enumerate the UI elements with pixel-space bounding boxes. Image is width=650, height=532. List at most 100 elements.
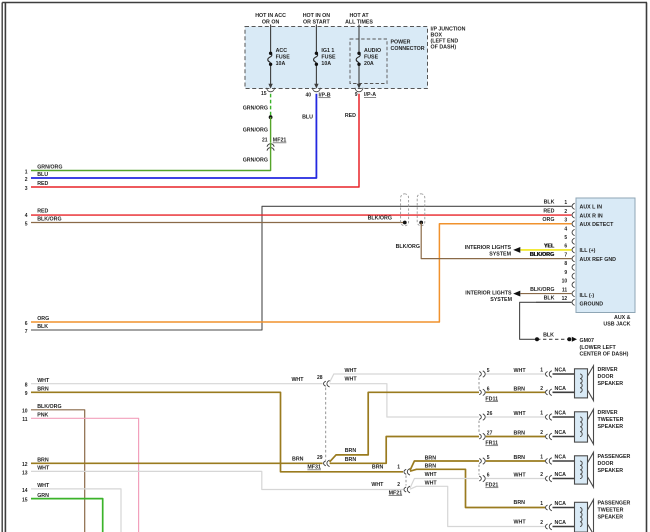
svg-text:RED: RED [37, 208, 48, 214]
svg-text:7: 7 [25, 329, 28, 335]
svg-text:NCA: NCA [555, 430, 567, 436]
svg-text:15: 15 [22, 498, 28, 504]
svg-text:2: 2 [564, 209, 567, 215]
svg-text:ORG: ORG [542, 217, 554, 223]
svg-text:WHT: WHT [514, 368, 527, 374]
svg-text:GRN/ORG: GRN/ORG [243, 127, 268, 133]
svg-text:I/P-A: I/P-A [364, 92, 376, 98]
svg-text:WHT: WHT [371, 482, 384, 488]
svg-text:WHT: WHT [37, 483, 50, 489]
svg-text:BRN: BRN [345, 448, 357, 454]
svg-text:WHT: WHT [514, 519, 527, 525]
svg-text:WHT: WHT [37, 466, 50, 472]
svg-text:BLU: BLU [302, 114, 313, 120]
svg-text:PASSENGER: PASSENGER [598, 454, 631, 460]
svg-text:NCA: NCA [555, 472, 567, 478]
svg-text:AUDIO: AUDIO [364, 48, 381, 54]
svg-text:USB JACK: USB JACK [603, 321, 630, 327]
svg-text:9: 9 [25, 391, 28, 397]
svg-text:MF21: MF21 [273, 138, 287, 144]
svg-text:5: 5 [564, 235, 567, 241]
svg-text:BLK/ORG: BLK/ORG [37, 217, 61, 223]
svg-text:13: 13 [22, 470, 28, 476]
svg-text:NCA: NCA [555, 455, 567, 461]
svg-text:1: 1 [397, 464, 400, 470]
svg-text:SYSTEM: SYSTEM [489, 252, 511, 258]
svg-text:SPEAKER: SPEAKER [598, 514, 624, 520]
svg-text:BLK: BLK [544, 200, 555, 206]
svg-text:40: 40 [305, 93, 311, 99]
svg-text:GROUND: GROUND [580, 301, 604, 307]
svg-text:TWEETER: TWEETER [598, 417, 624, 423]
svg-text:SPEAKER: SPEAKER [598, 381, 624, 387]
svg-text:BLK: BLK [543, 333, 554, 339]
svg-text:10A: 10A [321, 61, 331, 67]
svg-text:MF21: MF21 [389, 490, 403, 496]
svg-text:BRN: BRN [514, 431, 526, 437]
svg-text:BRN: BRN [514, 386, 526, 392]
svg-text:HOT IN ON: HOT IN ON [303, 13, 331, 19]
svg-text:ALL TIMES: ALL TIMES [345, 19, 373, 25]
svg-text:10: 10 [22, 409, 28, 415]
svg-text:INTERIOR LIGHTS: INTERIOR LIGHTS [465, 291, 512, 297]
svg-text:FUSE: FUSE [364, 54, 379, 60]
svg-text:2: 2 [540, 430, 543, 436]
svg-text:OR START: OR START [303, 19, 330, 25]
svg-text:2: 2 [540, 520, 543, 526]
svg-text:10: 10 [562, 279, 568, 285]
svg-text:HOT IN ACC: HOT IN ACC [255, 13, 286, 19]
svg-text:WHT: WHT [37, 378, 50, 384]
svg-text:HOT AT: HOT AT [349, 13, 369, 19]
svg-text:WHT: WHT [425, 480, 438, 486]
svg-text:BRN: BRN [372, 464, 384, 470]
svg-text:DOOR: DOOR [598, 374, 614, 380]
svg-text:4: 4 [564, 226, 567, 232]
svg-text:POWER: POWER [391, 40, 411, 46]
svg-text:28: 28 [317, 375, 323, 381]
svg-text:NCA: NCA [555, 501, 567, 507]
svg-text:GM07: GM07 [580, 338, 594, 344]
svg-text:12: 12 [562, 296, 568, 302]
svg-text:AUX REF GND: AUX REF GND [580, 257, 617, 263]
svg-text:WHT: WHT [291, 377, 304, 383]
svg-text:1: 1 [540, 368, 543, 374]
svg-text:NCA: NCA [555, 520, 567, 526]
svg-text:NCA: NCA [555, 368, 567, 374]
svg-text:WHT: WHT [345, 376, 358, 382]
svg-text:1: 1 [540, 501, 543, 507]
svg-text:2: 2 [540, 472, 543, 478]
svg-text:GRN/ORG: GRN/ORG [37, 165, 62, 171]
svg-text:BLK/ORG: BLK/ORG [530, 287, 554, 293]
svg-text:SPEAKER: SPEAKER [598, 424, 624, 430]
svg-text:OF DASH): OF DASH) [431, 45, 457, 51]
svg-text:RED: RED [543, 208, 554, 214]
svg-text:I/P-B: I/P-B [319, 93, 331, 99]
svg-text:GRN/ORG: GRN/ORG [243, 157, 268, 163]
svg-text:6: 6 [564, 244, 567, 250]
svg-text:NCA: NCA [555, 386, 567, 392]
svg-text:FUSE: FUSE [321, 54, 336, 60]
svg-text:AUX DETECT: AUX DETECT [580, 222, 615, 228]
svg-text:26: 26 [487, 411, 493, 417]
svg-text:SPEAKER: SPEAKER [598, 468, 624, 474]
svg-text:YEL: YEL [544, 244, 555, 250]
svg-text:RED: RED [345, 113, 356, 119]
svg-text:AUX L IN: AUX L IN [580, 205, 603, 211]
svg-text:DOOR: DOOR [598, 461, 614, 467]
svg-text:8: 8 [564, 261, 567, 267]
svg-text:4: 4 [25, 213, 28, 219]
svg-text:FD21: FD21 [485, 483, 498, 489]
svg-text:WHT: WHT [514, 411, 527, 417]
svg-text:DRIVER: DRIVER [598, 410, 618, 416]
svg-text:14: 14 [22, 488, 28, 494]
svg-text:NCA: NCA [555, 411, 567, 417]
svg-text:29: 29 [317, 455, 323, 461]
svg-text:BRN: BRN [425, 463, 437, 469]
svg-text:DRIVER: DRIVER [598, 367, 618, 373]
svg-text:SYSTEM: SYSTEM [490, 297, 512, 303]
svg-text:11: 11 [562, 287, 568, 293]
svg-text:PASSENGER: PASSENGER [598, 501, 631, 507]
svg-text:WHT: WHT [345, 368, 358, 374]
svg-text:1: 1 [540, 455, 543, 461]
svg-text:FUSE: FUSE [276, 54, 291, 60]
